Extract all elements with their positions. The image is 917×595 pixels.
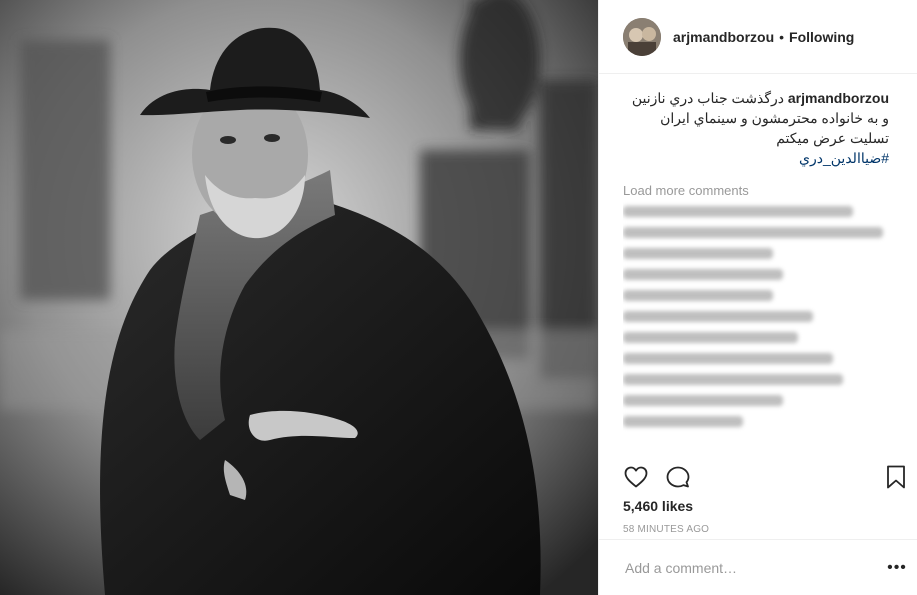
avatar[interactable] [623,17,661,56]
instagram-post: arjmandborzou • Following arjmandborzou … [0,0,917,595]
photo-image [0,0,598,595]
blurred-comment [623,269,783,280]
blurred-comment [623,416,743,427]
blurred-comment [623,332,798,343]
blurred-comment [623,248,773,259]
blurred-comment [623,374,843,385]
post-photo[interactable] [0,0,598,595]
blurred-comment [623,227,883,238]
like-button[interactable] [623,464,649,490]
following-button[interactable]: Following [789,29,854,45]
more-options-icon[interactable]: ••• [887,559,907,577]
separator-dot: • [779,28,785,45]
blurred-comment [623,206,853,217]
comment-button[interactable] [665,464,691,490]
blurred-comment [623,353,833,364]
load-more-comments[interactable]: Load more comments [623,182,909,196]
post-header: arjmandborzou • Following [599,0,917,74]
heart-icon [624,466,648,488]
likes-count[interactable]: 5,460 likes [623,498,693,514]
comment-input[interactable] [623,558,887,577]
blurred-comment [623,311,813,322]
blurred-comments [623,206,909,427]
comment-icon [666,466,690,488]
caption-hashtag[interactable]: #ضياالدين_دري [623,148,889,168]
post-username[interactable]: arjmandborzou [673,29,774,45]
post-sidebar: arjmandborzou • Following arjmandborzou … [598,0,917,595]
post-timestamp[interactable]: 58 MINUTES AGO [623,524,709,535]
caption-username[interactable]: arjmandborzou [788,90,889,106]
post-caption: arjmandborzou درگذشت جناب دري نازنين و ب… [623,88,889,168]
blurred-comment [623,395,783,406]
avatar-image [623,17,661,56]
add-comment-bar: ••• [599,539,917,595]
bookmark-icon [887,465,905,489]
blurred-comment [623,290,773,301]
save-button[interactable] [883,464,909,490]
action-bar [623,460,909,494]
comments-section: arjmandborzou درگذشت جناب دري نازنين و ب… [623,88,909,460]
